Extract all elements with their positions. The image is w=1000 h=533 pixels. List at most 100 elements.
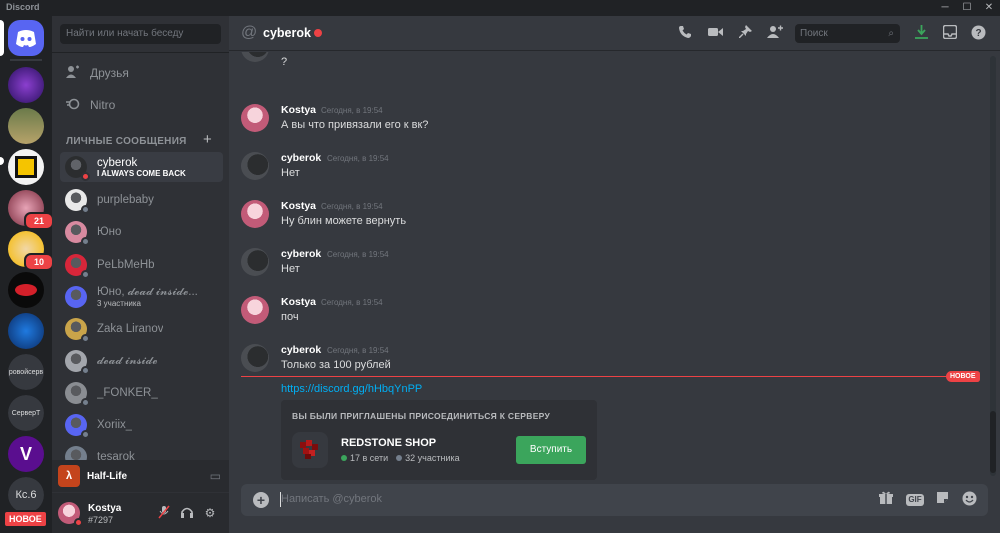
inbox-icon[interactable] (941, 24, 959, 43)
message-author[interactable]: cyberok (281, 248, 321, 260)
create-dm-plus-icon[interactable]: + (203, 131, 212, 148)
server-icon[interactable] (8, 108, 44, 144)
chat-recipient-name: cyberok (263, 26, 311, 40)
dm-text: 𝓭𝓮𝓪𝓭 𝓲𝓷𝓼𝓲𝓭𝓮 (97, 355, 158, 368)
nav-nitro[interactable]: Nitro (60, 91, 221, 119)
gift-icon[interactable] (877, 491, 895, 509)
scrollbar-thumb[interactable] (990, 411, 996, 473)
new-messages-tag: НОВОЕ (946, 371, 980, 382)
message-author[interactable]: cyberok (281, 344, 321, 356)
dm-name: Юно (97, 226, 122, 238)
dm-item[interactable]: PeLbMeHb (60, 250, 223, 280)
avatar (65, 414, 90, 439)
nav-label: Nitro (90, 98, 116, 112)
avatar[interactable] (241, 152, 269, 180)
message-timestamp: Сегодня, в 19:54 (327, 250, 389, 259)
dm-item[interactable]: _FONKER_ (60, 378, 223, 408)
dm-item[interactable]: purplebaby (60, 185, 223, 215)
chat-header: @ cyberok Поиск ⌕ ? (229, 16, 1000, 51)
message-text: ? (281, 56, 288, 68)
server-text-icon[interactable]: СерверТ (8, 395, 44, 431)
download-icon[interactable] (912, 25, 930, 43)
v-logo-icon: V (19, 443, 32, 464)
dm-item[interactable]: cyberok I ALWAYS COME BACK (60, 152, 223, 182)
dm-text: cyberok I ALWAYS COME BACK (97, 157, 186, 178)
status-offline-icon (81, 398, 90, 407)
message: Kostya Сегодня, в 19:54 поч (241, 294, 971, 338)
dm-item[interactable]: Zaka Liranov (60, 314, 223, 344)
avatar[interactable] (241, 296, 269, 324)
server-icon[interactable] (8, 313, 44, 349)
invite-server-stats: 17 в сети 32 участника (341, 453, 460, 463)
invite-link[interactable]: https://discord.gg/hHbqYnPP (281, 383, 422, 395)
server-text-icon[interactable]: Кс.6 (8, 477, 44, 513)
new-servers-badge: НОВОЕ (3, 510, 48, 528)
minimize-button[interactable]: ─ (934, 0, 956, 16)
emoji-icon[interactable] (960, 491, 978, 509)
composer-input[interactable]: Написать @cyberok (281, 493, 382, 505)
upload-plus-icon[interactable]: + (253, 492, 269, 508)
nav-label: Друзья (90, 66, 129, 80)
dm-section-title: ЛИЧНЫЕ СООБЩЕНИЯ (66, 136, 187, 147)
dm-name: PeLbMeHb (97, 259, 155, 271)
message-timestamp: Сегодня, в 19:54 (327, 346, 389, 355)
pinned-messages-icon[interactable] (736, 25, 754, 43)
settings-gear-icon[interactable]: ⚙ (202, 505, 218, 521)
avatar[interactable] (241, 104, 269, 132)
dm-item[interactable]: Юно (60, 217, 223, 247)
dm-text: Zaka Liranov (97, 323, 163, 335)
invite-server-name: REDSTONE SHOP (341, 437, 437, 449)
headphones-icon[interactable] (179, 505, 195, 521)
server-icon[interactable] (8, 149, 44, 185)
status-offline-icon (81, 270, 90, 279)
server-icon[interactable]: V (8, 436, 44, 472)
akatsuki-cloud-icon (15, 284, 37, 296)
status-offline-icon (81, 334, 90, 343)
message-author[interactable]: Kostya (281, 200, 316, 212)
message-text: Нет (281, 263, 300, 275)
friends-icon (60, 65, 90, 82)
nitro-icon (60, 97, 90, 114)
unread-badge: 10 (24, 253, 52, 271)
server-logo-icon (15, 156, 37, 178)
add-friends-to-dm-icon[interactable] (766, 25, 784, 43)
avatar[interactable] (241, 248, 269, 276)
sticker-icon[interactable] (933, 491, 951, 509)
gif-button[interactable]: GIF (906, 494, 924, 506)
avatar[interactable] (241, 344, 269, 372)
message-author[interactable]: Kostya (281, 104, 316, 116)
find-conversation-input[interactable]: Найти или начать беседу (60, 24, 221, 44)
search-placeholder: Поиск (800, 28, 828, 39)
close-button[interactable]: ✕ (978, 0, 1000, 16)
message-author[interactable]: cyberok (281, 152, 321, 164)
chat-search-input[interactable]: Поиск ⌕ (795, 24, 900, 43)
dm-name: cyberok (97, 156, 138, 169)
dm-item[interactable]: 𝓭𝓮𝓪𝓭 𝓲𝓷𝓼𝓲𝓭𝓮 (60, 346, 223, 376)
screen-share-icon[interactable]: ▭ (210, 469, 221, 483)
avatar[interactable] (58, 502, 83, 527)
dm-item[interactable]: Xoriix_ (60, 410, 223, 440)
message-timestamp: Сегодня, в 19:54 (327, 154, 389, 163)
server-text-icon[interactable]: ровойсерв (8, 354, 44, 390)
server-icon[interactable] (8, 67, 44, 103)
invite-header: ВЫ БЫЛИ ПРИГЛАШЕНЫ ПРИСОЕДИНИТЬСЯ К СЕРВ… (292, 411, 551, 421)
avatar (241, 52, 269, 62)
message-timestamp: Сегодня, в 19:54 (321, 202, 383, 211)
dm-item[interactable]: Юно, 𝓭𝓮𝓪𝓭 𝓲𝓷𝓼𝓲𝓭𝓮... 3 участника (60, 282, 223, 312)
message-author[interactable]: Kostya (281, 296, 316, 308)
avatar[interactable] (241, 200, 269, 228)
avatar (65, 254, 90, 279)
avatar (65, 221, 90, 246)
server-icon[interactable] (8, 272, 44, 308)
help-icon[interactable]: ? (969, 25, 987, 43)
voice-call-icon[interactable] (676, 25, 694, 43)
dm-name: _FONKER_ (97, 387, 158, 399)
home-button[interactable] (8, 20, 44, 56)
maximize-button[interactable]: ☐ (956, 0, 978, 16)
mute-microphone-icon[interactable] (156, 505, 172, 521)
avatar (65, 156, 90, 181)
nav-friends[interactable]: Друзья (60, 59, 221, 87)
message-composer[interactable]: + Написать @cyberok GIF (241, 484, 988, 516)
video-call-icon[interactable] (706, 25, 724, 43)
join-server-button[interactable]: Вступить (516, 436, 586, 464)
